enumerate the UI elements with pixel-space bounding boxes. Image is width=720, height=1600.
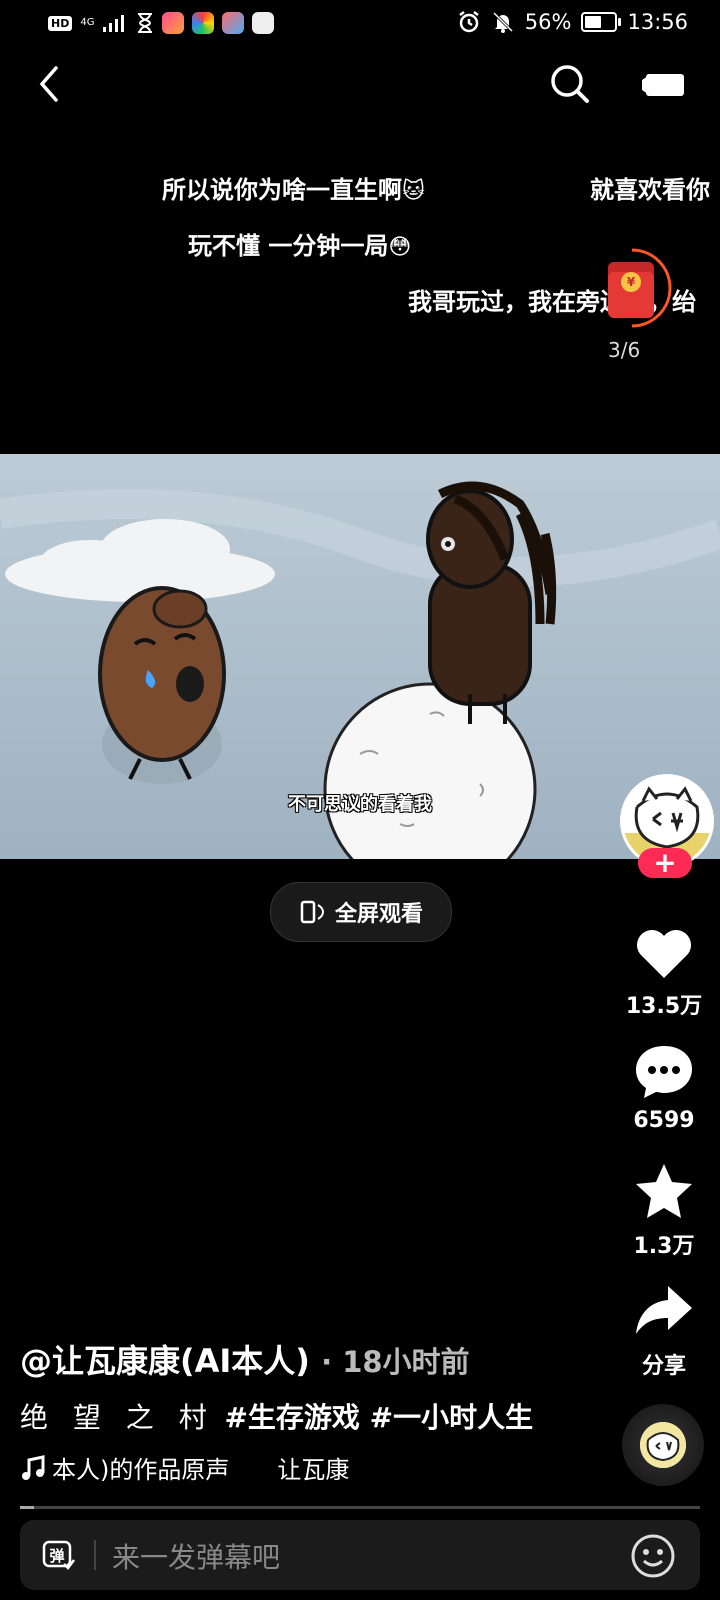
music-title: 本人)的作品原声 让瓦康 <box>52 1456 350 1484</box>
video-progress-track[interactable] <box>20 1506 700 1509</box>
app-icon-bag <box>252 12 275 34</box>
status-bar: HD 4G 56% 13:56 <box>0 0 720 50</box>
danmaku-item: 就喜欢看你 <box>590 176 710 204</box>
clock: 13:56 <box>627 10 688 34</box>
hashtag[interactable]: #一小时人生 <box>370 1401 533 1434</box>
post-description: 绝 望 之 村 #生存游戏 #一小时人生 <box>20 1396 533 1436</box>
favorite-count: 1.3万 <box>633 1234 695 1259</box>
music-disc-cover <box>640 1422 686 1468</box>
like-count: 13.5万 <box>625 994 703 1019</box>
red-packet-count: 3/6 <box>608 338 641 362</box>
video-camera-icon[interactable] <box>642 70 688 100</box>
cat-emoji-icon: 🐱 <box>402 179 425 204</box>
hd-badge: HD <box>48 15 73 31</box>
signal-icon <box>103 15 125 32</box>
danmaku-item: 所以说你为啥一直生啊🐱 <box>162 176 425 204</box>
fullscreen-button[interactable]: 全屏观看 <box>270 882 452 942</box>
heart-icon[interactable] <box>632 922 696 986</box>
author-name[interactable]: @让瓦康康(AI本人) <box>20 1342 310 1380</box>
app-icon-store <box>222 12 245 34</box>
rotate-screen-icon <box>300 900 324 924</box>
video-subtitle: 不可思议的看着我 <box>288 794 432 815</box>
comment-count: 6599 <box>633 1108 695 1133</box>
video-progress-fill <box>20 1506 34 1509</box>
flushed-emoji-icon: 😳 <box>388 235 412 260</box>
share-icon[interactable] <box>632 1280 696 1344</box>
alarm-icon <box>459 11 479 33</box>
mute-bell-icon <box>492 11 513 33</box>
music-row[interactable]: 本人)的作品原声 让瓦康 <box>20 1450 349 1485</box>
fullscreen-label: 全屏观看 <box>334 902 423 927</box>
back-arrow-icon[interactable] <box>32 62 68 106</box>
battery-percent: 56% <box>524 10 572 34</box>
danmaku-item: 玩不懂 一分钟一局😳 <box>188 232 412 260</box>
emoji-smile-icon[interactable] <box>630 1533 676 1579</box>
music-note-icon <box>22 1454 45 1480</box>
danmaku-toggle-icon[interactable]: 弹 <box>42 1538 76 1572</box>
danmaku-input[interactable] <box>110 1536 594 1578</box>
hourglass-icon <box>138 13 153 33</box>
crying-character <box>98 586 226 784</box>
app-icon-browser <box>192 12 215 34</box>
search-icon[interactable] <box>548 62 592 106</box>
status-right: 56% 13:56 <box>457 10 688 34</box>
comment-icon[interactable] <box>632 1040 696 1104</box>
battery-fill <box>585 16 602 28</box>
share-label[interactable]: 分享 <box>609 1348 719 1380</box>
status-left: HD 4G <box>48 12 275 34</box>
post-author-line: @让瓦康康(AI本人) · 18小时前 <box>20 1336 470 1382</box>
follow-button[interactable]: + <box>638 848 692 878</box>
battery-icon <box>581 12 622 32</box>
network-label: 4G <box>80 17 95 28</box>
danmaku-toggle-label: 弹 <box>49 1547 64 1565</box>
yuan-seal-icon: ¥ <box>621 272 641 292</box>
post-time: · 18小时前 <box>321 1345 470 1379</box>
music-cat-icon <box>640 1422 686 1468</box>
star-icon[interactable] <box>632 1160 696 1224</box>
description-text: 绝 望 之 村 <box>20 1401 215 1434</box>
app-icon-camera <box>162 12 185 34</box>
comment-bar-divider <box>94 1540 96 1570</box>
hashtag[interactable]: #生存游戏 <box>224 1401 359 1434</box>
